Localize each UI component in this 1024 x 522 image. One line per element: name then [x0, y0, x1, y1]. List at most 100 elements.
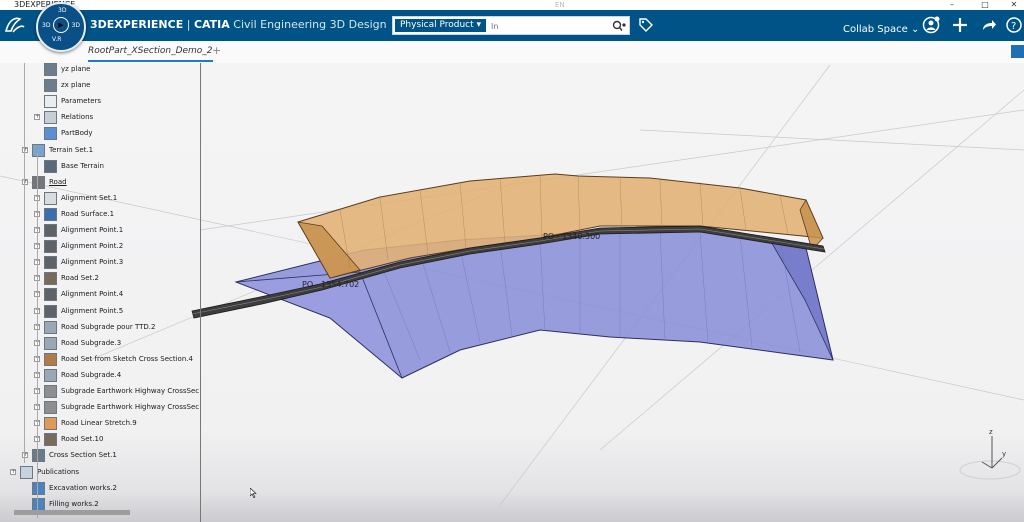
- tree-horizontal-scrollbar[interactable]: [14, 510, 130, 515]
- publication-icon: [32, 481, 45, 495]
- tree-item-label: Cross Section Set.1: [49, 451, 117, 460]
- tree-item-label: Road Linear Stretch.9: [61, 419, 137, 428]
- minimize-icon[interactable]: –: [944, 0, 960, 10]
- tree-item-label: Road Set from Sketch Cross Section.4: [61, 354, 193, 363]
- user-profile-icon[interactable]: [922, 16, 940, 34]
- expand-icon[interactable]: [1011, 45, 1024, 58]
- tree-connector-line: [24, 63, 25, 463]
- parameters-icon: [44, 95, 57, 109]
- tree-item-label: Publications: [37, 467, 80, 476]
- tree-item-label: Alignment Point.4: [61, 290, 124, 299]
- add-tab-button[interactable]: +: [212, 44, 221, 57]
- compass-vr-label: V.R: [52, 36, 62, 43]
- publications-icon: [20, 465, 33, 479]
- search-box: Physical Product ▾: [392, 16, 630, 35]
- tree-item-label: Base Terrain: [61, 161, 104, 170]
- role-label: Civil Engineering 3D Design: [233, 18, 387, 31]
- station-label-b: PO - 1340.300: [543, 232, 600, 241]
- compass-top-label: 3D: [58, 7, 67, 14]
- maximize-icon[interactable]: □: [977, 0, 993, 10]
- tree-item-label: Parameters: [61, 97, 102, 106]
- mouse-cursor-icon: [250, 488, 257, 498]
- road-surface-icon: [44, 207, 57, 221]
- alignment-point-icon: [44, 256, 57, 270]
- tree-item-label: Subgrade Earthwork Highway CrossSec: [61, 403, 200, 412]
- brand-label: 3DEXPERIENCE: [90, 18, 184, 31]
- subgrade-icon: [44, 336, 57, 350]
- relations-icon: [44, 111, 57, 125]
- app-label: CATIA: [193, 18, 230, 31]
- tree-item-label: Subgrade Earthwork Highway CrossSec: [61, 387, 200, 395]
- plane-icon: [44, 63, 57, 76]
- axis-y-label: y: [1002, 450, 1006, 458]
- tree-item-label: Alignment Set.1: [61, 193, 118, 202]
- tree-item-label: Excavation works.2: [49, 483, 117, 492]
- tree-item-label: Road Subgrade pour TTD.2: [61, 322, 156, 331]
- language-hint: EN: [555, 1, 565, 9]
- alignment-point-icon: [44, 288, 57, 302]
- cross-section-icon: [32, 449, 45, 463]
- tab-rootpart[interactable]: RootPart_XSection_Demo_2: [88, 43, 213, 62]
- close-icon[interactable]: ✕: [1006, 0, 1022, 10]
- tab-bar: RootPart_XSection_Demo_2 +: [0, 41, 1024, 63]
- tree-item-label: Alignment Point.2: [61, 242, 124, 251]
- expand-toggle-icon[interactable]: +: [22, 146, 28, 153]
- app-header: 3DEXPERIENCE | CATIA Civil Engineering 3…: [0, 10, 1024, 41]
- tag-icon[interactable]: [638, 17, 654, 33]
- compass-right-label: 3D: [71, 22, 80, 29]
- expand-toggle-icon[interactable]: +: [22, 178, 28, 185]
- spec-tree[interactable]: yz plane zx plane Parameters + Relations Part…: [0, 63, 210, 522]
- axis-z-label: z: [989, 428, 993, 436]
- road-icon: [32, 175, 45, 189]
- partbody-icon: [44, 127, 57, 141]
- alignment-point-icon: [44, 224, 57, 237]
- expand-toggle-icon[interactable]: +: [22, 452, 28, 459]
- earthwork-icon: [44, 401, 57, 415]
- tree-item-label: Relations: [61, 113, 94, 122]
- terrain-icon: [44, 159, 57, 173]
- add-icon[interactable]: [951, 16, 969, 34]
- tree-item-label: Road: [49, 177, 67, 186]
- road-set-icon: [44, 272, 57, 286]
- plane-icon: [44, 79, 57, 93]
- tree-item-label: yz plane: [61, 65, 91, 73]
- tree-item-label: Filling works.2: [49, 499, 99, 508]
- alignment-point-icon: [44, 304, 57, 318]
- tree-connector-line: [37, 153, 38, 518]
- tree-item-label: Terrain Set.1: [49, 145, 94, 154]
- svg-text:?: ?: [1011, 21, 1016, 32]
- collab-space-dropdown[interactable]: Collab Space ⌄: [843, 24, 919, 35]
- tree-item-label: Road Set.2: [61, 274, 99, 283]
- tree-item-label: Road Subgrade.4: [61, 370, 122, 379]
- publication-icon: [32, 497, 45, 511]
- expand-toggle-icon[interactable]: +: [34, 114, 40, 121]
- help-icon[interactable]: ?: [1006, 16, 1022, 34]
- share-icon[interactable]: [980, 16, 998, 34]
- search-scope-dropdown[interactable]: Physical Product ▾: [395, 19, 487, 32]
- ds-logo-icon[interactable]: [3, 13, 27, 37]
- axis-triad[interactable]: z y: [959, 428, 1021, 480]
- play-icon[interactable]: ▶: [53, 17, 69, 33]
- compass-left-label: 3D: [42, 22, 51, 29]
- search-scope-label: Physical Product: [400, 20, 474, 30]
- road-set-sketch-icon: [44, 352, 57, 366]
- tree-item-label: PartBody: [61, 129, 93, 138]
- search-input[interactable]: [489, 18, 603, 35]
- road-set-icon: [44, 433, 57, 447]
- subgrade-icon: [44, 320, 57, 334]
- search-icon[interactable]: [612, 20, 626, 32]
- compass-widget[interactable]: 3D 3D 3D ▶ V.R: [36, 2, 86, 52]
- alignment-point-icon: [44, 240, 57, 254]
- os-title-bar: 3DEXPERIENCE EN – □ ✕: [0, 0, 1024, 10]
- subgrade-icon: [44, 368, 57, 382]
- station-label-a: PO - 1354.702: [302, 280, 359, 289]
- tree-item-label: Road Subgrade.3: [61, 338, 122, 347]
- product-title: 3DEXPERIENCE | CATIA Civil Engineering 3…: [90, 18, 387, 31]
- tree-item-label: zx plane: [61, 81, 91, 90]
- expand-toggle-icon[interactable]: +: [10, 468, 16, 475]
- terrain-set-icon: [32, 143, 45, 157]
- linear-stretch-icon: [44, 417, 57, 431]
- collab-space-label: Collab Space: [843, 24, 908, 35]
- tree-item-label: Alignment Point.1: [61, 226, 124, 234]
- tree-item-label: Alignment Point.3: [61, 258, 124, 267]
